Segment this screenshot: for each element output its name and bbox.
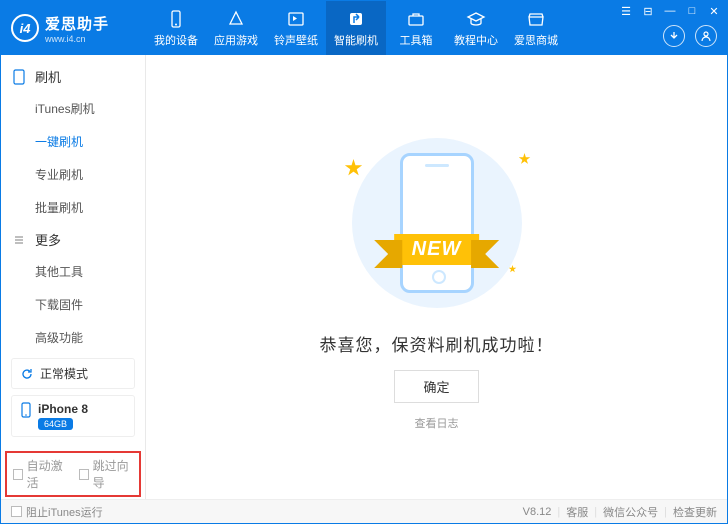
- phone-illustration-icon: [400, 153, 474, 293]
- phone-icon: [166, 9, 186, 29]
- tab-apps[interactable]: 应用游戏: [206, 1, 266, 55]
- sidebar-group-more[interactable]: 更多: [1, 224, 145, 255]
- sidebar-item-itunes-flash[interactable]: iTunes刷机: [35, 92, 145, 125]
- device-name: iPhone 8: [38, 402, 88, 416]
- checkbox-icon: [79, 469, 89, 480]
- footer-bar: 阻止iTunes运行 V8.12 | 客服 | 微信公众号 | 检查更新: [1, 499, 727, 523]
- wallpaper-icon: [286, 9, 306, 29]
- tab-label: 我的设备: [154, 32, 198, 48]
- wechat-link[interactable]: 微信公众号: [603, 504, 658, 520]
- tab-flash[interactable]: 智能刷机: [326, 1, 386, 55]
- logo-title: 爱思助手: [45, 13, 109, 34]
- sidebar-group-title: 刷机: [35, 67, 61, 86]
- ribbon-text: NEW: [394, 234, 480, 265]
- tab-label: 应用游戏: [214, 32, 258, 48]
- tab-label: 教程中心: [454, 32, 498, 48]
- tab-ringtones[interactable]: 铃声壁纸: [266, 1, 326, 55]
- download-icon[interactable]: [663, 25, 685, 47]
- new-ribbon-icon: NEW: [394, 234, 480, 265]
- sidebar-item-oneclick-flash[interactable]: 一键刷机: [35, 125, 145, 158]
- sidebar-group-title: 更多: [35, 230, 61, 249]
- apps-icon: [226, 9, 246, 29]
- logo[interactable]: i4 爱思助手 www.i4.cn: [1, 13, 146, 44]
- logo-url: www.i4.cn: [45, 34, 109, 44]
- status-mode[interactable]: 正常模式: [11, 358, 135, 389]
- storage-badge: 64GB: [38, 418, 73, 430]
- minimize-icon[interactable]: —: [663, 5, 677, 18]
- checkbox-icon: [13, 469, 23, 480]
- main-tabs: 我的设备 应用游戏 铃声壁纸 智能刷机: [146, 1, 566, 55]
- checkbox-label: 跳过向导: [93, 457, 133, 491]
- list-icon: [13, 234, 29, 246]
- view-log-link[interactable]: 查看日志: [415, 415, 459, 431]
- tab-tutorials[interactable]: 教程中心: [446, 1, 506, 55]
- status-mode-label: 正常模式: [40, 365, 88, 382]
- graduation-icon: [466, 9, 486, 29]
- menu-icon[interactable]: ☰: [619, 5, 633, 18]
- phone-small-icon: [20, 402, 32, 418]
- sidebar-item-batch-flash[interactable]: 批量刷机: [35, 191, 145, 224]
- checkbox-label: 自动激活: [27, 457, 67, 491]
- sidebar-item-download-fw[interactable]: 下载固件: [35, 288, 145, 321]
- sidebar-item-other-tools[interactable]: 其他工具: [35, 255, 145, 288]
- support-link[interactable]: 客服: [566, 504, 588, 520]
- main-content: NEW 恭喜您，保资料刷机成功啦！ 确定 查看日志: [146, 55, 727, 499]
- logo-badge-icon: i4: [11, 14, 39, 42]
- maximize-icon[interactable]: □: [685, 5, 699, 18]
- tab-label: 工具箱: [400, 32, 433, 48]
- ok-button[interactable]: 确定: [394, 370, 478, 403]
- success-illustration: NEW: [327, 133, 547, 313]
- checkbox-auto-activate[interactable]: 自动激活: [13, 457, 67, 491]
- checkbox-icon: [11, 506, 22, 517]
- sidebar-group-flash[interactable]: 刷机: [1, 61, 145, 92]
- flash-icon: [346, 9, 366, 29]
- tab-label: 爱思商城: [514, 32, 558, 48]
- pin-icon[interactable]: ⊟: [641, 5, 655, 18]
- window-controls: ☰ ⊟ — □ ✕: [619, 5, 721, 18]
- options-checkboxes: 自动激活 跳过向导: [5, 451, 141, 497]
- close-icon[interactable]: ✕: [707, 5, 721, 18]
- checkbox-label: 阻止iTunes运行: [26, 504, 103, 520]
- tab-toolbox[interactable]: 工具箱: [386, 1, 446, 55]
- tab-label: 铃声壁纸: [274, 32, 318, 48]
- status-device[interactable]: iPhone 8 64GB: [11, 395, 135, 437]
- tab-label: 智能刷机: [334, 32, 378, 48]
- success-message: 恭喜您，保资料刷机成功啦！: [320, 331, 554, 356]
- sidebar-item-pro-flash[interactable]: 专业刷机: [35, 158, 145, 191]
- refresh-icon: [20, 367, 34, 381]
- check-update-link[interactable]: 检查更新: [673, 504, 717, 520]
- checkbox-skip-guide[interactable]: 跳过向导: [79, 457, 133, 491]
- version-label: V8.12: [523, 506, 552, 518]
- sidebar-item-advanced[interactable]: 高级功能: [35, 321, 145, 352]
- toolbox-icon: [406, 9, 426, 29]
- tab-store[interactable]: 爱思商城: [506, 1, 566, 55]
- store-icon: [526, 9, 546, 29]
- user-icon[interactable]: [695, 25, 717, 47]
- sidebar: 刷机 iTunes刷机 一键刷机 专业刷机 批量刷机 更多 其他工具 下载固件: [1, 55, 146, 499]
- tab-my-device[interactable]: 我的设备: [146, 1, 206, 55]
- header: i4 爱思助手 www.i4.cn 我的设备 应用游戏: [1, 1, 727, 55]
- checkbox-block-itunes[interactable]: 阻止iTunes运行: [11, 504, 103, 520]
- device-icon: [13, 69, 29, 85]
